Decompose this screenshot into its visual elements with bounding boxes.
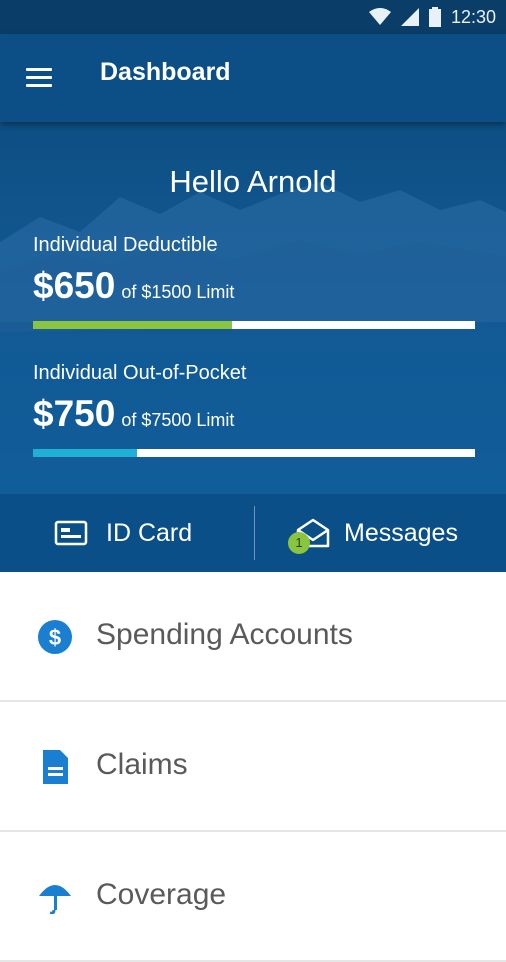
wifi-icon: [368, 8, 391, 25]
hero-summary: Hello Arnold Individual Deductible $650 …: [0, 122, 506, 494]
dollar-icon: $: [38, 620, 72, 654]
coverage-label: Coverage: [96, 878, 227, 911]
deductible-limit: of $1500 Limit: [121, 282, 235, 302]
quick-actions-bar: ID Card 1 Messages: [0, 494, 506, 572]
out-of-pocket-summary: Individual Out-of-Pocket $750 of $7500 L…: [33, 362, 475, 457]
umbrella-icon: [39, 885, 71, 914]
deductible-progress-fill: [33, 321, 232, 329]
status-icons: 12:30: [368, 6, 496, 28]
menu-button[interactable]: [20, 62, 60, 94]
claims-label: Claims: [96, 748, 188, 781]
out-of-pocket-amount: $750: [33, 393, 116, 434]
dashboard-menu-list: $ Spending Accounts Claims Coverage: [0, 572, 506, 962]
deductible-progress-bar: [33, 321, 475, 329]
battery-icon: [428, 7, 441, 27]
id-card-button[interactable]: ID Card: [54, 494, 192, 572]
status-time: 12:30: [450, 6, 496, 27]
spending-accounts-label: Spending Accounts: [96, 618, 353, 651]
messages-label: Messages: [344, 518, 458, 547]
greeting: Hello Arnold: [169, 164, 337, 199]
quick-actions-divider: [254, 506, 255, 560]
page-title: Dashboard: [100, 58, 231, 86]
deductible-summary: Individual Deductible $650 of $1500 Limi…: [33, 234, 475, 329]
deductible-amount: $650: [33, 265, 116, 306]
document-icon: [43, 750, 68, 784]
deductible-value-row: $650 of $1500 Limit: [33, 265, 475, 307]
deductible-label: Individual Deductible: [33, 234, 218, 256]
list-item-coverage[interactable]: Coverage: [0, 832, 506, 962]
out-of-pocket-limit: of $7500 Limit: [121, 410, 235, 430]
out-of-pocket-progress-fill: [33, 449, 137, 457]
messages-button[interactable]: 1 Messages: [288, 494, 458, 572]
status-bar: 12:30: [0, 0, 506, 34]
out-of-pocket-progress-bar: [33, 449, 475, 457]
signal-icon: [400, 8, 419, 26]
list-item-claims[interactable]: Claims: [0, 702, 506, 832]
out-of-pocket-label: Individual Out-of-Pocket: [33, 362, 247, 384]
svg-text:$: $: [49, 625, 61, 650]
messages-icon-wrapper: 1: [288, 516, 330, 554]
messages-badge: 1: [288, 532, 310, 554]
id-card-icon: [54, 520, 88, 546]
out-of-pocket-value-row: $750 of $7500 Limit: [33, 393, 475, 435]
app-bar: Dashboard: [0, 34, 506, 122]
list-item-spending-accounts[interactable]: $ Spending Accounts: [0, 572, 506, 702]
id-card-label: ID Card: [106, 518, 193, 547]
